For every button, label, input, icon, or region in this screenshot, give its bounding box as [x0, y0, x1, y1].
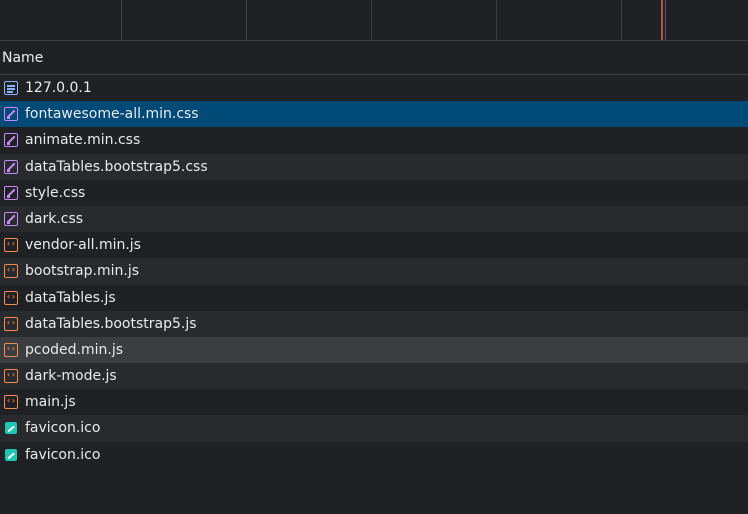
stylesheet-icon — [4, 159, 18, 174]
request-name: style.css — [25, 184, 86, 201]
request-row[interactable]: ‹› bootstrap.min.js — [0, 258, 748, 285]
stylesheet-icon — [4, 133, 18, 148]
request-row[interactable]: dataTables.bootstrap5.css — [0, 153, 748, 180]
timeline-gridline — [621, 0, 622, 40]
script-icon: ‹› — [4, 290, 18, 305]
request-row[interactable]: ‹› dataTables.js — [0, 284, 748, 311]
request-name: 127.0.0.1 — [25, 80, 92, 96]
network-overview-timeline[interactable] — [0, 0, 748, 41]
request-name: dataTables.bootstrap5.css — [25, 158, 208, 175]
stylesheet-icon — [4, 211, 18, 226]
script-icon: ‹› — [4, 316, 18, 331]
column-header-name[interactable]: Name — [0, 41, 748, 75]
timeline-gridline — [496, 0, 497, 40]
timeline-gridline — [371, 0, 372, 40]
request-list: 127.0.0.1 fontawesome-all.min.css animate.… — [0, 75, 748, 468]
script-icon: ‹› — [4, 238, 18, 253]
document-icon — [4, 81, 18, 95]
script-icon: ‹› — [4, 342, 18, 357]
request-name: bootstrap.min.js — [25, 263, 139, 280]
request-name: favicon.ico — [25, 420, 101, 437]
request-row[interactable]: favicon.ico — [0, 441, 748, 468]
request-row[interactable]: ‹› vendor-all.min.js — [0, 232, 748, 259]
script-icon: ‹› — [4, 264, 18, 279]
script-icon: ‹› — [4, 369, 18, 384]
request-row[interactable]: fontawesome-all.min.css — [0, 101, 748, 128]
image-icon — [5, 422, 17, 435]
request-name: animate.min.css — [25, 132, 141, 149]
network-request-table: Name 127.0.0.1 fontawesome-all.min.css ani… — [0, 41, 748, 468]
request-row[interactable]: style.css — [0, 179, 748, 206]
request-name: main.js — [25, 394, 76, 411]
timeline-gridline — [121, 0, 122, 40]
request-row[interactable]: animate.min.css — [0, 127, 748, 154]
request-row[interactable]: favicon.ico — [0, 415, 748, 442]
request-name: favicon.ico — [25, 446, 101, 463]
request-name: fontawesome-all.min.css — [25, 106, 199, 123]
timeline-gridline — [246, 0, 247, 40]
request-name: vendor-all.min.js — [25, 237, 141, 254]
script-icon: ‹› — [4, 395, 18, 410]
request-name: dataTables.bootstrap5.js — [25, 315, 197, 332]
request-row[interactable]: 127.0.0.1 — [0, 75, 748, 102]
request-name: dark.css — [25, 210, 84, 227]
request-row[interactable]: ‹› main.js — [0, 389, 748, 416]
request-name: dark-mode.js — [25, 368, 117, 385]
request-row[interactable]: dark.css — [0, 205, 748, 233]
image-icon — [5, 448, 17, 461]
request-row[interactable]: ‹› dark-mode.js — [0, 363, 748, 390]
request-name: dataTables.js — [25, 289, 116, 306]
stylesheet-icon — [4, 185, 18, 200]
dom-content-loaded-marker — [665, 0, 666, 40]
request-row[interactable]: ‹› pcoded.min.js — [0, 336, 748, 364]
request-row[interactable]: ‹› dataTables.bootstrap5.js — [0, 310, 748, 337]
request-name: pcoded.min.js — [25, 341, 124, 358]
load-event-marker — [661, 0, 663, 40]
stylesheet-icon — [4, 107, 18, 122]
